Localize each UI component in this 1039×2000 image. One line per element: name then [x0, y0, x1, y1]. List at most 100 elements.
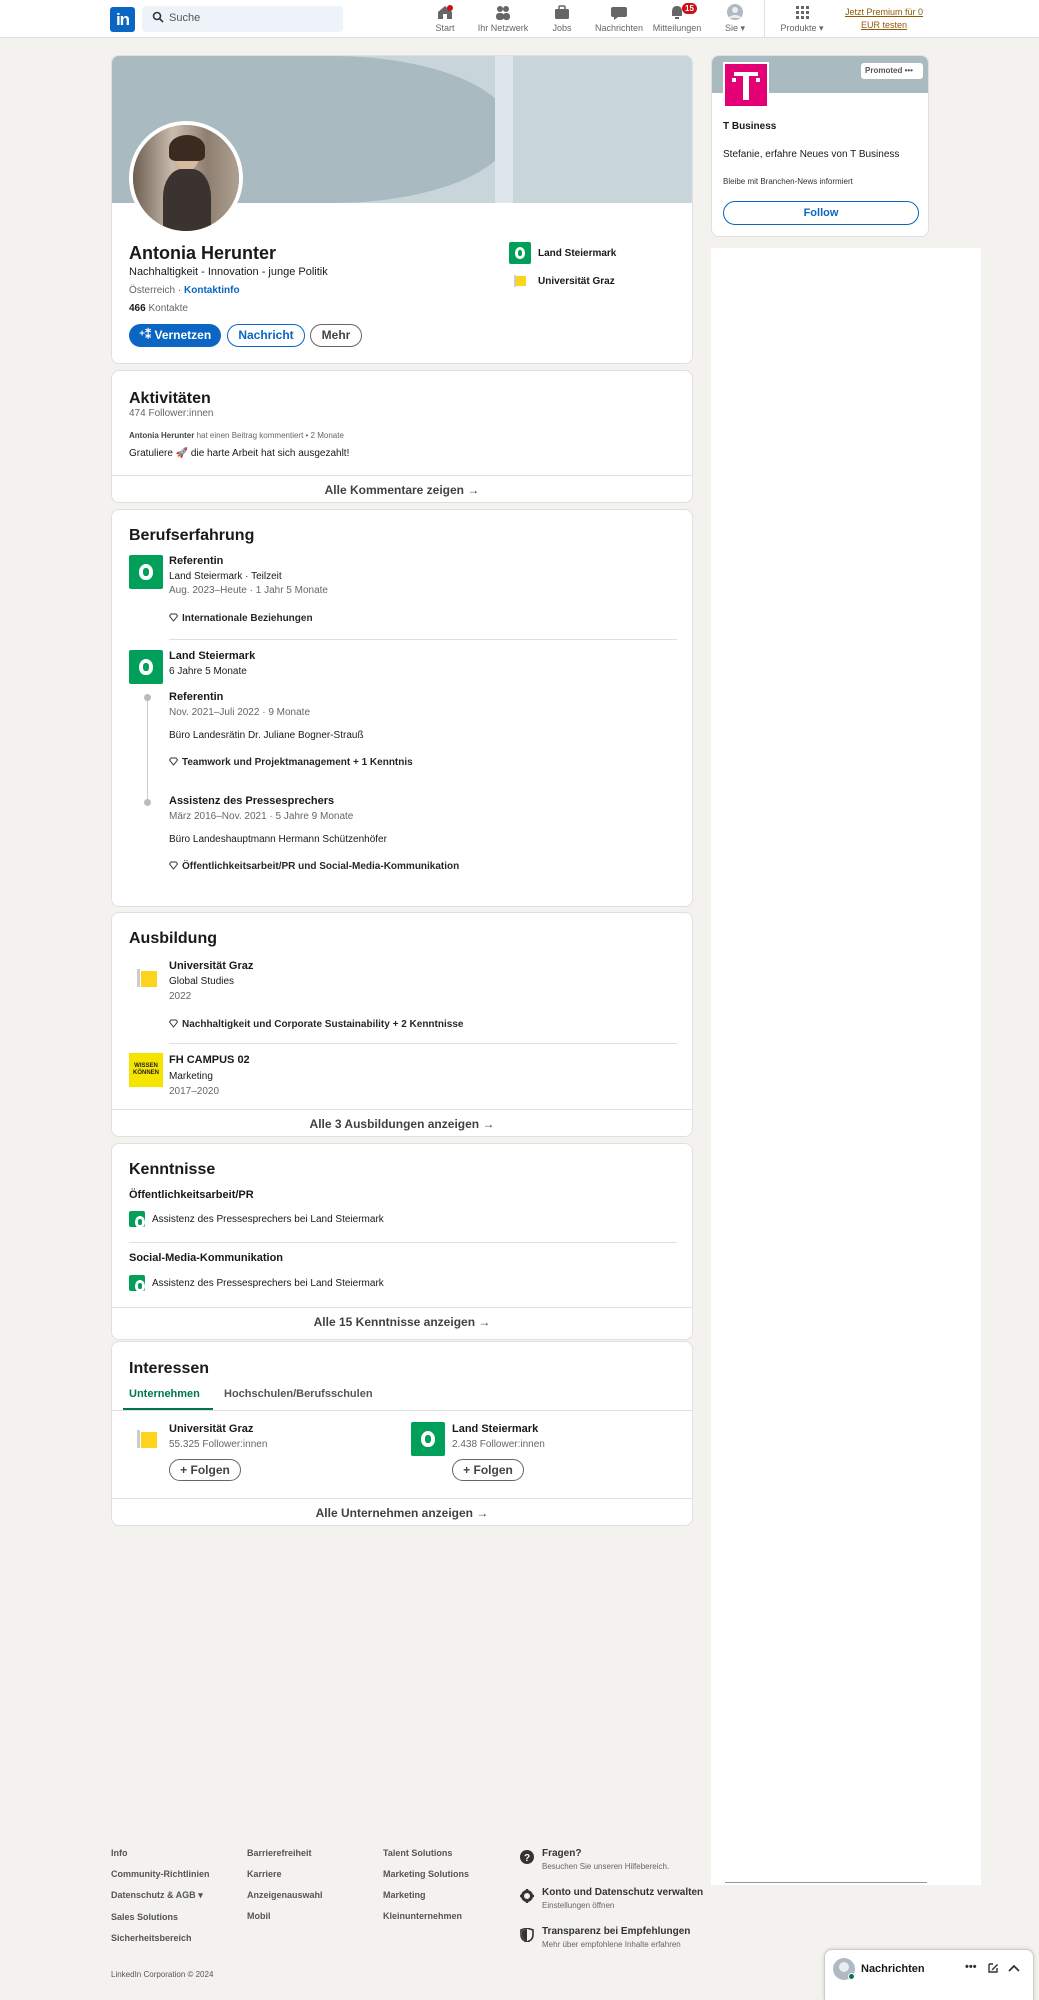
message-button[interactable]: Nachricht [227, 324, 305, 347]
top-nav: in Suche Start Ihr Netzwerk Jobs Nachric… [0, 0, 1039, 38]
footer-link[interactable]: Karriere [247, 1869, 377, 1879]
help-sub: Einstellungen öffnen [542, 1901, 615, 1910]
exp-sub-dates: Nov. 2021–Juli 2022 · 9 Monate [169, 707, 311, 718]
footer-link[interactable]: Datenschutz & AGB ▾ [111, 1890, 241, 1901]
search-icon [152, 11, 164, 23]
search-input[interactable]: Suche [142, 6, 343, 32]
exp-sub-role: Referentin [169, 691, 224, 703]
uni-graz-logo[interactable] [129, 961, 163, 995]
premium-link[interactable]: Jetzt Premium für 0 EUR testen [836, 6, 932, 32]
divider [725, 1882, 927, 1883]
exp-sub-skills-label: Öffentlichkeitsarbeit/PR und Social-Medi… [182, 861, 460, 872]
premium-line2: EUR testen [860, 20, 908, 30]
footer-link[interactable]: Community-Richtlinien [111, 1869, 241, 1879]
linkedin-logo[interactable]: in [110, 7, 135, 32]
education-title: Ausbildung [129, 930, 217, 947]
edu-degree: Global Studies [169, 976, 235, 987]
notification-badge: 15 [682, 3, 697, 14]
interest-name[interactable]: Universität Graz [169, 1423, 253, 1435]
follow-button[interactable]: + Folgen [169, 1459, 241, 1481]
exp-dates: Aug. 2023–Heute · 1 Jahr 5 Monate [169, 585, 328, 596]
nav-products[interactable]: Produkte ▾ [767, 4, 837, 34]
skills-card: Kenntnisse Öffentlichkeitsarbeit/PR Assi… [111, 1143, 693, 1340]
contact-info-link[interactable]: Kontaktinfo [184, 285, 240, 296]
exp-sub-skills[interactable]: Teamwork und Projektmanagement + 1 Kennt… [168, 757, 413, 768]
more-button[interactable]: Mehr [310, 324, 362, 347]
exp-sub-skills[interactable]: Öffentlichkeitsarbeit/PR und Social-Medi… [168, 861, 460, 872]
footer-link-text: Datenschutz & AGB [111, 1890, 196, 1900]
land-steiermark-logo[interactable] [411, 1422, 445, 1456]
profile-photo[interactable] [129, 121, 243, 235]
exp-skills[interactable]: Internationale Beziehungen [168, 613, 313, 624]
show-all-education[interactable]: Alle 3 Ausbildungen anzeigen → [112, 1109, 692, 1136]
show-all-skills[interactable]: Alle 15 Kenntnisse anzeigen → [112, 1307, 692, 1335]
nav-me[interactable]: Sie ▾ [700, 4, 770, 34]
footer-col2: Barrierefreiheit Karriere Anzeigenauswah… [247, 1848, 377, 1921]
tab-schools[interactable]: Hochschulen/Berufsschulen [224, 1388, 373, 1400]
nav-start-label: Start [435, 23, 455, 33]
connect-button[interactable]: ⁺⁑ Vernetzen [129, 324, 221, 347]
footer-link[interactable]: Info [111, 1848, 241, 1858]
skills-title: Kenntnisse [129, 1161, 216, 1178]
current-company[interactable]: Land Steiermark [538, 248, 616, 259]
land-steiermark-logo[interactable] [129, 555, 163, 589]
messaging-title: Nachrichten [861, 1963, 925, 1975]
exp-group-duration: 6 Jahre 5 Monate [169, 666, 247, 677]
timeline-line [147, 696, 148, 800]
footer-link[interactable]: Sicherheitsbereich [111, 1933, 241, 1943]
help-title: Fragen? [542, 1848, 582, 1859]
promoted-label[interactable]: Promoted ••• [861, 63, 923, 79]
footer-link[interactable]: Mobil [247, 1911, 377, 1921]
gear-icon [520, 1889, 534, 1903]
uni-graz-logo[interactable] [129, 1422, 163, 1456]
education-school[interactable]: Universität Graz [538, 276, 615, 287]
tab-companies[interactable]: Unternehmen [129, 1388, 200, 1400]
footer-link[interactable]: Marketing [383, 1890, 513, 1900]
footer-col3: Talent Solutions Marketing Solutions Mar… [383, 1848, 513, 1921]
timeline-dot [144, 694, 151, 701]
divider [169, 1043, 677, 1044]
activity-comment[interactable]: Gratuliere 🚀 die harte Arbeit hat sich a… [129, 448, 349, 459]
footer-link[interactable]: Marketing Solutions [383, 1869, 513, 1879]
skill-name[interactable]: Social-Media-Kommunikation [129, 1252, 283, 1264]
footer-link[interactable]: Barrierefreiheit [247, 1848, 377, 1858]
connections-label: Kontakte [148, 303, 188, 314]
messaging-panel[interactable]: Nachrichten ••• [824, 1949, 1034, 2000]
plus-icon: + [463, 1463, 474, 1477]
fh-campus-logo[interactable]: WISSEN KÖNNEN [129, 1053, 163, 1087]
premium-line1: Jetzt Premium für 0 [844, 7, 924, 17]
diamond-icon [168, 861, 179, 870]
activity-meta-text: hat einen Beitrag kommentiert • 2 Monate [196, 431, 344, 440]
telekom-logo[interactable] [723, 62, 769, 108]
show-all-comments[interactable]: Alle Kommentare zeigen → [112, 475, 692, 502]
skill-name[interactable]: Öffentlichkeitsarbeit/PR [129, 1189, 254, 1201]
edu-year: 2017–2020 [169, 1086, 220, 1097]
ad-follow-button[interactable]: Follow [723, 201, 919, 225]
show-all-companies[interactable]: Alle Unternehmen anzeigen → [112, 1498, 692, 1525]
edu-skills[interactable]: Nachhaltigkeit und Corporate Sustainabil… [168, 1019, 463, 1030]
chevron-up-icon[interactable] [1008, 1964, 1020, 1972]
plus-icon: + [180, 1463, 191, 1477]
land-steiermark-logo[interactable] [129, 650, 163, 684]
interest-name[interactable]: Land Steiermark [452, 1423, 538, 1435]
chevron-down-icon: ▾ [816, 23, 824, 33]
exp-role: Referentin [169, 555, 224, 567]
footer-link[interactable]: Anzeigenauswahl [247, 1890, 377, 1900]
edu-year: 2022 [169, 991, 192, 1002]
compose-icon[interactable] [987, 1962, 999, 1974]
follow-label: Folgen [190, 1463, 230, 1477]
footer-link[interactable]: Kleinunternehmen [383, 1911, 513, 1921]
footer-link[interactable]: Talent Solutions [383, 1848, 513, 1858]
land-steiermark-logo [129, 1275, 145, 1292]
divider [129, 1242, 677, 1243]
connections-row[interactable]: 466 Kontakte [129, 303, 188, 314]
profile-headline: Nachhaltigkeit - Innovation - junge Poli… [129, 266, 328, 278]
follow-button[interactable]: + Folgen [452, 1459, 524, 1481]
help-sub: Mehr über empfohlene Inhalte erfahren [542, 1940, 681, 1949]
profile-card: Antonia Herunter Nachhaltigkeit - Innova… [111, 55, 693, 364]
ad-message: Stefanie, erfahre Neues von T Business [723, 149, 900, 160]
more-icon: ••• [904, 66, 913, 75]
exp-sub-role: Assistenz des Pressesprechers [169, 795, 335, 807]
footer-link[interactable]: Sales Solutions [111, 1912, 241, 1922]
more-icon[interactable]: ••• [965, 1961, 977, 1973]
